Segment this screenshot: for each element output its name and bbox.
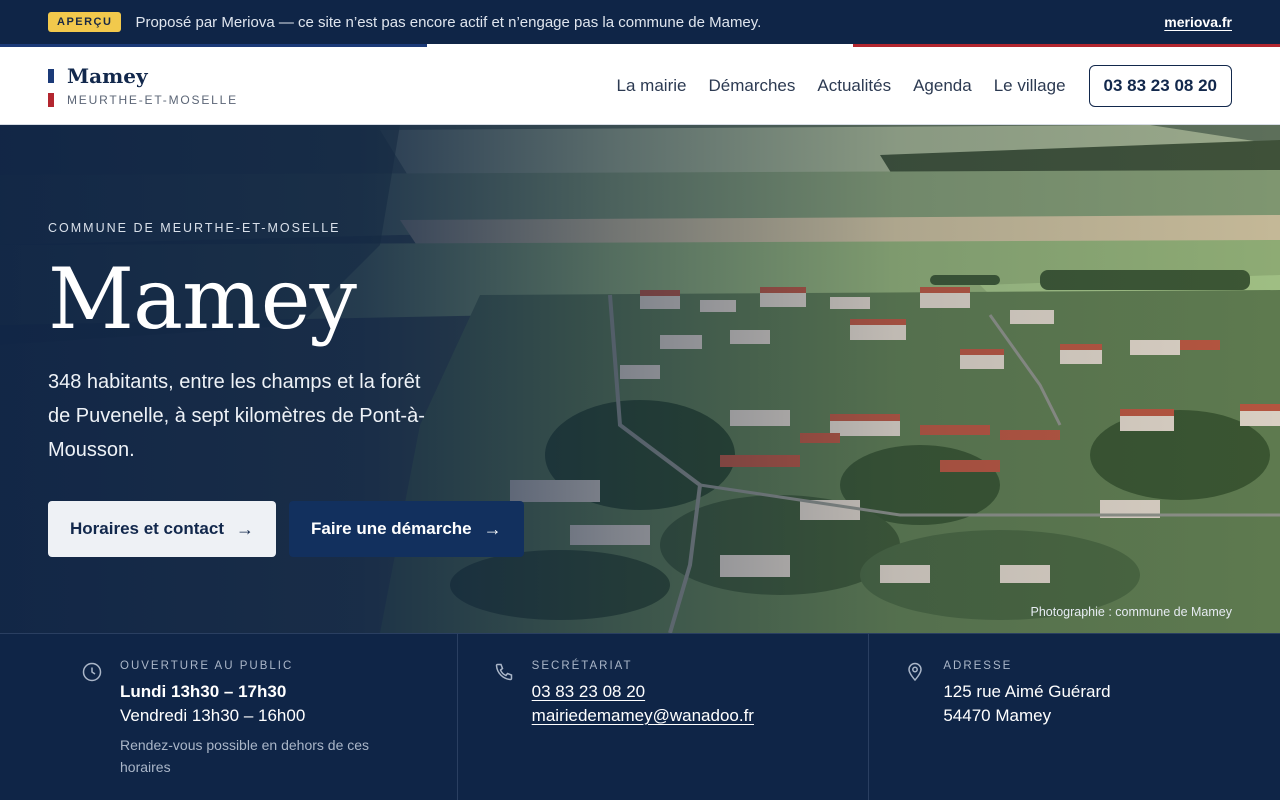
nav-item-le-village[interactable]: Le village [994, 76, 1066, 96]
info-address: ADRESSE 125 rue Aimé Guérard 54470 Mamey [869, 634, 1280, 800]
clock-icon [82, 662, 102, 682]
preview-badge: APERÇU [48, 12, 122, 32]
nav-item-demarches[interactable]: Démarches [708, 76, 795, 96]
main-nav: La mairie Démarches Actualités Agenda Le… [595, 64, 1232, 107]
nav-item-actualites[interactable]: Actualités [817, 76, 891, 96]
hours-monday: Lundi 13h30 – 17h30 [120, 682, 287, 701]
secretariat-phone-link[interactable]: 03 83 23 08 20 [532, 683, 754, 700]
info-secretariat: SECRÉTARIAT 03 83 23 08 20 mairiedemamey… [458, 634, 870, 800]
preview-notice: Proposé par Meriova — ce site n’est pas … [135, 13, 762, 31]
photo-credit: Photographie : commune de Mamey [1030, 605, 1233, 619]
hero-title: Mamey [48, 250, 357, 348]
flag-red-mark [48, 93, 54, 107]
arrow-right-icon: → [483, 518, 502, 539]
preview-banner: APERÇU Proposé par Meriova — ce site n’e… [0, 0, 1280, 44]
brand-name: Mamey [67, 64, 148, 88]
brand[interactable]: Mamey MEURTHE-ET-MOSELLE [48, 64, 238, 107]
hours-contact-button[interactable]: Horaires et contact → [48, 501, 276, 557]
hero-description: 348 habitants, entre les champs et la fo… [48, 371, 425, 461]
address-city: 54470 Mamey [943, 706, 1052, 725]
hero-eyebrow: COMMUNE DE MEURTHE-ET-MOSELLE [48, 221, 341, 235]
hours-note: Rendez-vous possible en dehors de ces ho… [120, 737, 370, 775]
meriova-link[interactable]: meriova.fr [1164, 14, 1232, 30]
hours-label: OUVERTURE AU PUBLIC [120, 660, 294, 672]
nav-item-la-mairie[interactable]: La mairie [617, 76, 687, 96]
hero: COMMUNE DE MEURTHE-ET-MOSELLE Mamey 348 … [0, 125, 1280, 633]
hero-content: COMMUNE DE MEURTHE-ET-MOSELLE Mamey 348 … [48, 221, 568, 557]
address-street: 125 rue Aimé Guérard [943, 682, 1111, 701]
phone-icon [495, 663, 512, 681]
hours-friday: Vendredi 13h30 – 16h00 [120, 706, 306, 725]
location-pin-icon [908, 662, 923, 682]
address-label: ADRESSE [943, 660, 1013, 672]
secretariat-label: SECRÉTARIAT [531, 660, 633, 672]
info-strip: OUVERTURE AU PUBLIC Lundi 13h30 – 17h30 … [0, 633, 1280, 800]
hours-contact-label: Horaires et contact [70, 519, 224, 538]
phone-button[interactable]: 03 83 23 08 20 [1088, 64, 1232, 107]
brand-department: MEURTHE-ET-MOSELLE [67, 93, 238, 107]
site-header: Mamey MEURTHE-ET-MOSELLE La mairie Démar… [0, 47, 1280, 125]
nav-item-agenda[interactable]: Agenda [913, 76, 972, 96]
info-hours: OUVERTURE AU PUBLIC Lundi 13h30 – 17h30 … [0, 634, 458, 800]
secretariat-email-link[interactable]: mairiedemamey@wanadoo.fr [532, 707, 754, 724]
flag-blue-mark [48, 69, 54, 83]
hero-actions: Horaires et contact → Faire une démarche… [48, 501, 568, 557]
start-procedure-label: Faire une démarche [311, 519, 472, 538]
start-procedure-button[interactable]: Faire une démarche → [289, 501, 524, 557]
arrow-right-icon: → [236, 518, 254, 539]
